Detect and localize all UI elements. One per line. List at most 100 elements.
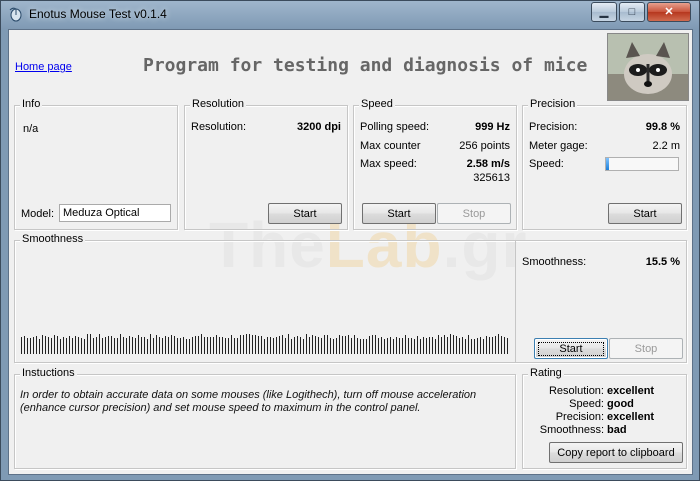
- smoothness-sample: [333, 339, 334, 354]
- smoothness-sample: [357, 338, 358, 354]
- smoothness-sample: [447, 337, 448, 354]
- smoothness-sample: [210, 337, 211, 354]
- smoothness-sample: [105, 337, 106, 354]
- meter-gage-value: 2.2 m: [652, 140, 680, 152]
- smoothness-sample: [57, 336, 58, 354]
- smoothness-sample: [507, 338, 508, 354]
- smoothness-sample: [108, 336, 109, 354]
- smoothness-sample: [399, 338, 400, 354]
- smoothness-sample: [312, 335, 313, 354]
- precision-start-button[interactable]: Start: [608, 203, 682, 224]
- smoothness-sample: [45, 336, 46, 354]
- rating-speed-label: Speed:: [569, 398, 604, 410]
- smoothness-sample: [267, 337, 268, 354]
- smoothness-sample: [171, 335, 172, 354]
- speed-stop-button[interactable]: Stop: [437, 203, 511, 224]
- smoothness-sample: [327, 335, 328, 354]
- smoothness-sample: [411, 338, 412, 354]
- smoothness-sample: [87, 334, 88, 354]
- main-panel: Home page Program for testing and diagno…: [8, 29, 693, 475]
- smoothness-sample: [177, 338, 178, 354]
- smoothness-sample: [117, 338, 118, 354]
- smoothness-sample: [204, 337, 205, 354]
- smoothness-sample: [387, 338, 388, 354]
- model-label: Model:: [21, 208, 55, 220]
- speed-start-button[interactable]: Start: [362, 203, 436, 224]
- smoothness-sample: [183, 337, 184, 354]
- rating-group: Rating Resolution: excellent Speed: good…: [522, 367, 687, 469]
- smoothness-stop-button[interactable]: Stop: [609, 338, 683, 359]
- smoothness-sample: [21, 337, 22, 354]
- precision-speed-bar: [605, 157, 679, 171]
- smoothness-sample: [351, 338, 352, 354]
- smoothness-sample: [255, 335, 256, 354]
- smoothness-sample: [444, 335, 445, 354]
- smoothness-sample: [237, 338, 238, 354]
- smoothness-sample: [372, 335, 373, 354]
- smoothness-sample: [159, 337, 160, 354]
- max-counter-value: 256 points: [459, 140, 510, 152]
- smoothness-sample: [375, 335, 376, 354]
- home-page-link[interactable]: Home page: [15, 61, 72, 73]
- smoothness-sample: [306, 334, 307, 354]
- smoothness-sample: [471, 339, 472, 354]
- instructions-group: Instuctions In order to obtain accurate …: [14, 367, 516, 469]
- speed-raw-value: 325613: [473, 172, 510, 184]
- smoothness-sample: [165, 336, 166, 354]
- smoothness-sample: [27, 338, 28, 354]
- smoothness-bars: [21, 334, 509, 354]
- smoothness-sample: [486, 336, 487, 354]
- model-input[interactable]: [59, 204, 171, 222]
- smoothness-sample: [456, 336, 457, 354]
- rating-precision-value: excellent: [607, 411, 655, 423]
- smoothness-sample: [489, 337, 490, 354]
- smoothness-sample: [315, 336, 316, 354]
- smoothness-sample: [465, 339, 466, 354]
- smoothness-sample: [297, 336, 298, 354]
- smoothness-sample: [294, 337, 295, 354]
- smoothness-sample: [258, 336, 259, 354]
- smoothness-sample: [153, 338, 154, 354]
- smoothness-sample: [342, 336, 343, 354]
- info-group-label: Info: [20, 98, 43, 110]
- smoothness-sample: [408, 338, 409, 354]
- smoothness-sample: [54, 335, 55, 354]
- smoothness-sample: [498, 334, 499, 354]
- instructions-group-label: Instuctions: [20, 367, 77, 379]
- smoothness-sample: [156, 335, 157, 354]
- smoothness-sample: [48, 337, 49, 354]
- smoothness-sample: [309, 337, 310, 354]
- smoothness-sample: [369, 336, 370, 354]
- smoothness-sample: [381, 337, 382, 354]
- smoothness-sample: [390, 337, 391, 354]
- smoothness-sample: [180, 338, 181, 354]
- rating-speed-value: good: [607, 398, 634, 410]
- smoothness-sample: [129, 336, 130, 354]
- smoothness-start-button[interactable]: Start: [534, 338, 608, 359]
- instructions-text: In order to obtain accurate data on some…: [20, 389, 477, 414]
- rating-smoothness-value: bad: [607, 424, 627, 436]
- close-button[interactable]: ✕: [647, 2, 691, 22]
- smoothness-sample: [144, 337, 145, 354]
- smoothness-sample: [423, 337, 424, 354]
- smoothness-sample: [273, 338, 274, 354]
- resolution-start-button[interactable]: Start: [268, 203, 342, 224]
- smoothness-sample: [93, 338, 94, 354]
- smoothness-sample: [402, 338, 403, 354]
- resolution-value: 3200 dpi: [296, 121, 341, 133]
- rating-precision-label: Precision:: [555, 411, 604, 423]
- smoothness-sample: [426, 338, 427, 354]
- maximize-button[interactable]: □: [619, 2, 645, 22]
- minimize-button[interactable]: ▁: [591, 2, 617, 22]
- title-bar[interactable]: Enotus Mouse Test v0.1.4 ▁ □ ✕: [1, 1, 699, 27]
- smoothness-sample: [384, 339, 385, 354]
- copy-report-button[interactable]: Copy report to clipboard: [549, 442, 683, 463]
- smoothness-sample: [501, 336, 502, 354]
- smoothness-sample: [36, 336, 37, 354]
- smoothness-sample: [66, 338, 67, 354]
- smoothness-sample: [201, 334, 202, 354]
- smoothness-sample: [348, 335, 349, 354]
- smoothness-sample: [99, 334, 100, 354]
- smoothness-sample: [96, 337, 97, 354]
- resolution-label: Resolution:: [191, 121, 247, 133]
